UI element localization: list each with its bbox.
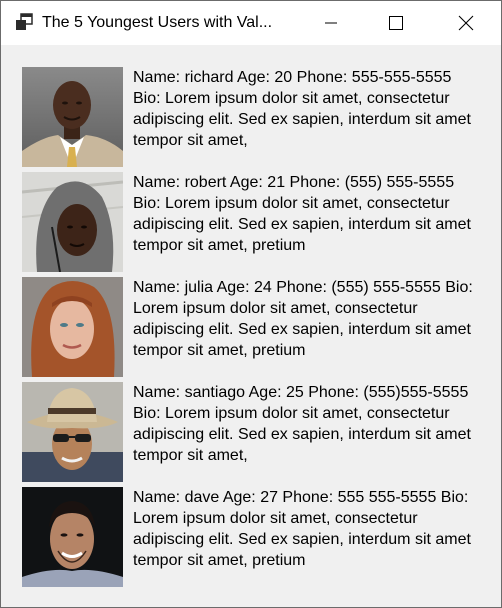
app-window-icon: [16, 13, 33, 30]
close-button[interactable]: [443, 1, 489, 45]
close-icon: [458, 15, 474, 31]
user-photo-robert: [22, 172, 123, 272]
minimize-button[interactable]: [308, 1, 354, 45]
user-info-text: Name: dave Age: 27 Phone: 555 555-5555 B…: [133, 489, 471, 569]
user-photo-julia: [22, 277, 123, 377]
user-info-text: Name: robert Age: 21 Phone: (555) 555-55…: [133, 174, 471, 254]
user-photo-richard: [22, 67, 123, 167]
list-item: Name: dave Age: 27 Phone: 555 555-5555 B…: [1, 487, 501, 587]
list-item: Name: santiago Age: 25 Phone: (555)555-5…: [1, 382, 501, 482]
minimize-icon: [325, 22, 337, 24]
user-photo-santiago: [22, 382, 123, 482]
title-bar[interactable]: The 5 Youngest Users with Val...: [1, 1, 501, 45]
user-info-text: Name: santiago Age: 25 Phone: (555)555-5…: [133, 384, 471, 464]
list-item: Name: julia Age: 24 Phone: (555) 555-555…: [1, 277, 501, 377]
maximize-icon: [389, 16, 403, 30]
maximize-button[interactable]: [373, 1, 419, 45]
user-info-text: Name: richard Age: 20 Phone: 555-555-555…: [133, 69, 471, 149]
app-window: The 5 Youngest Users with Val... Name: r…: [0, 0, 502, 608]
window-title: The 5 Youngest Users with Val...: [42, 14, 273, 31]
user-info-text: Name: julia Age: 24 Phone: (555) 555-555…: [133, 279, 473, 359]
list-item: Name: richard Age: 20 Phone: 555-555-555…: [1, 67, 501, 167]
list-item: Name: robert Age: 21 Phone: (555) 555-55…: [1, 172, 501, 272]
user-list: Name: richard Age: 20 Phone: 555-555-555…: [1, 45, 501, 607]
user-photo-dave: [22, 487, 123, 587]
